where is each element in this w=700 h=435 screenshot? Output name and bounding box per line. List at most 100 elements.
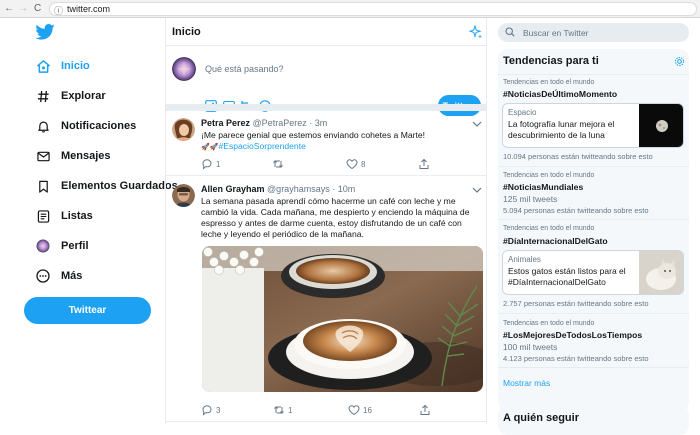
trend-hashtag[interactable]: #LosMejoresDeTodosLosTiempos xyxy=(503,330,642,340)
trend-card[interactable]: Espacio La fotografía lunar mejora el de… xyxy=(502,103,684,148)
timeline: Inicio Qué está pasando? GIF Twittear Pe… xyxy=(165,18,487,424)
heart-icon xyxy=(348,405,360,416)
compose-box: Qué está pasando? GIF Twittear xyxy=(166,47,486,116)
trend-count: 10.094 personas están twitteando sobre e… xyxy=(503,152,653,161)
envelope-icon xyxy=(36,149,50,163)
author-handle[interactable]: @PetraPerez xyxy=(253,118,307,128)
sidebar-item-inicio[interactable]: Inicio xyxy=(36,56,90,76)
trend-card[interactable]: Animales Estos gatos están listos para e… xyxy=(502,250,684,295)
trend-context: Tendencias en todo el mundo xyxy=(503,79,595,86)
show-more-link[interactable]: Mostrar más xyxy=(503,378,550,388)
author-handle[interactable]: @grayhamsays xyxy=(267,184,330,194)
author-name[interactable]: Allen Grayham xyxy=(201,184,265,194)
retweet-button[interactable] xyxy=(272,158,287,170)
timeline-header: Inicio xyxy=(166,18,486,46)
sidebar-item-notificaciones[interactable]: Notificaciones xyxy=(36,116,136,136)
share-button[interactable] xyxy=(419,404,431,416)
heart-icon xyxy=(346,159,358,170)
sidebar-item-label: Listas xyxy=(61,210,93,222)
tweet-text: ¡Me parece genial que estemos enviando c… xyxy=(201,130,481,153)
tweet-actions: 1 8 xyxy=(201,158,461,170)
tweet-photo[interactable] xyxy=(202,246,483,392)
sparkle-icon[interactable] xyxy=(469,25,483,39)
sidebar-item-label: Más xyxy=(61,270,83,282)
trend-count: 4.123 personas están twitteando sobre es… xyxy=(503,354,649,363)
twitter-logo-icon[interactable] xyxy=(35,24,55,40)
browser-toolbar: ← → C ⓘ twitter.com xyxy=(0,0,700,18)
info-icon[interactable]: ⓘ xyxy=(54,4,63,17)
reply-icon xyxy=(202,405,212,416)
avatar[interactable] xyxy=(172,57,196,81)
trend-context: Tendencias en todo el mundo xyxy=(503,320,595,327)
tweet-author[interactable]: Allen Grayham @grayhamsays · 10m xyxy=(201,184,355,194)
sidebar-item-explorar[interactable]: Explorar xyxy=(36,86,106,106)
sidebar-item-mas[interactable]: Más xyxy=(36,266,82,286)
trend-card-label: Espacio xyxy=(508,108,537,117)
profile-avatar-icon xyxy=(36,239,50,253)
reply-button[interactable]: 3 xyxy=(201,404,220,416)
reply-button[interactable]: 1 xyxy=(201,158,220,170)
tweet-button[interactable]: Twittear xyxy=(24,297,151,324)
url-text[interactable]: twitter.com xyxy=(67,4,110,14)
divider xyxy=(498,313,689,314)
sidebar-item-elementos-guardados[interactable]: Elementos Guardados xyxy=(36,176,178,196)
divider xyxy=(498,219,689,220)
like-count: 8 xyxy=(361,159,366,169)
author-name[interactable]: Petra Perez xyxy=(201,118,250,128)
like-button[interactable]: 16 xyxy=(348,404,372,416)
address-bar[interactable]: ⓘ twitter.com xyxy=(49,2,697,16)
left-sidebar: Inicio Explorar Notificaciones Mensajes … xyxy=(0,18,178,424)
tweet-time: · 3m xyxy=(309,118,328,128)
retweet-icon xyxy=(273,160,283,168)
trend-hashtag[interactable]: #NoticiasMundiales xyxy=(503,182,583,192)
divider xyxy=(498,166,689,167)
list-icon xyxy=(36,209,50,223)
right-column: Buscar en Twitter Tendencias para ti Ten… xyxy=(488,18,700,435)
who-to-follow-title: A quién seguir xyxy=(503,412,579,424)
avatar[interactable] xyxy=(172,184,195,207)
tweet-author[interactable]: Petra Perez @PetraPerez · 3m xyxy=(201,118,327,128)
tweet-body: ¡Me parece genial que estemos enviando c… xyxy=(201,130,426,140)
share-icon xyxy=(420,404,430,415)
sidebar-item-mensajes[interactable]: Mensajes xyxy=(36,146,111,166)
sidebar-item-perfil[interactable]: Perfil xyxy=(36,236,89,256)
hashtag-link[interactable]: #EspacioSorprendente xyxy=(218,141,305,151)
sidebar-item-label: Elementos Guardados xyxy=(61,180,178,192)
share-button[interactable] xyxy=(418,158,430,170)
sidebar-item-label: Mensajes xyxy=(61,150,111,162)
cat-thumbnail xyxy=(639,251,683,294)
reply-count: 3 xyxy=(216,405,221,415)
trend-tweet-count: 125 mil tweets xyxy=(503,194,558,204)
reload-icon[interactable]: C xyxy=(34,3,41,15)
avatar[interactable] xyxy=(172,118,195,141)
search-input[interactable]: Buscar en Twitter xyxy=(498,23,689,42)
retweet-button[interactable]: 1 xyxy=(273,404,292,416)
compose-input[interactable]: Qué está pasando? xyxy=(205,64,284,74)
reply-count: 1 xyxy=(216,159,221,169)
trend-card-label: Animales xyxy=(508,255,541,264)
trend-hashtag[interactable]: #DíaInternacionalDelGato xyxy=(503,236,608,246)
tweet[interactable]: Petra Perez @PetraPerez · 3m ¡Me parece … xyxy=(166,111,486,176)
divider xyxy=(498,74,689,75)
trend-card-text: La fotografía lunar mejora el descubrimi… xyxy=(508,119,615,140)
trend-hashtag[interactable]: #NoticiasDeÚltimoMomento xyxy=(503,89,617,99)
sidebar-item-listas[interactable]: Listas xyxy=(36,206,93,226)
trends-title: Tendencias para ti xyxy=(503,55,599,67)
back-icon[interactable]: ← xyxy=(4,3,14,15)
gear-icon[interactable] xyxy=(674,56,685,67)
sidebar-item-label: Perfil xyxy=(61,240,89,252)
like-count: 16 xyxy=(363,405,372,415)
trend-tweet-count: 100 mil tweets xyxy=(503,342,558,352)
share-icon xyxy=(419,158,429,169)
home-icon xyxy=(36,59,50,73)
trends-panel: Tendencias para ti Tendencias en todo el… xyxy=(498,49,689,412)
forward-icon[interactable]: → xyxy=(18,3,28,15)
like-button[interactable]: 8 xyxy=(346,158,365,170)
bookmark-icon xyxy=(36,179,50,193)
chevron-down-icon[interactable] xyxy=(472,120,482,128)
tweet-text: La semana pasada aprendí cómo hacerme un… xyxy=(201,196,470,239)
tweet[interactable]: Allen Grayham @grayhamsays · 10m La sema… xyxy=(166,177,486,422)
tweet-actions: 3 1 16 xyxy=(201,404,461,416)
chevron-down-icon[interactable] xyxy=(472,186,482,194)
page-title: Inicio xyxy=(172,26,201,38)
